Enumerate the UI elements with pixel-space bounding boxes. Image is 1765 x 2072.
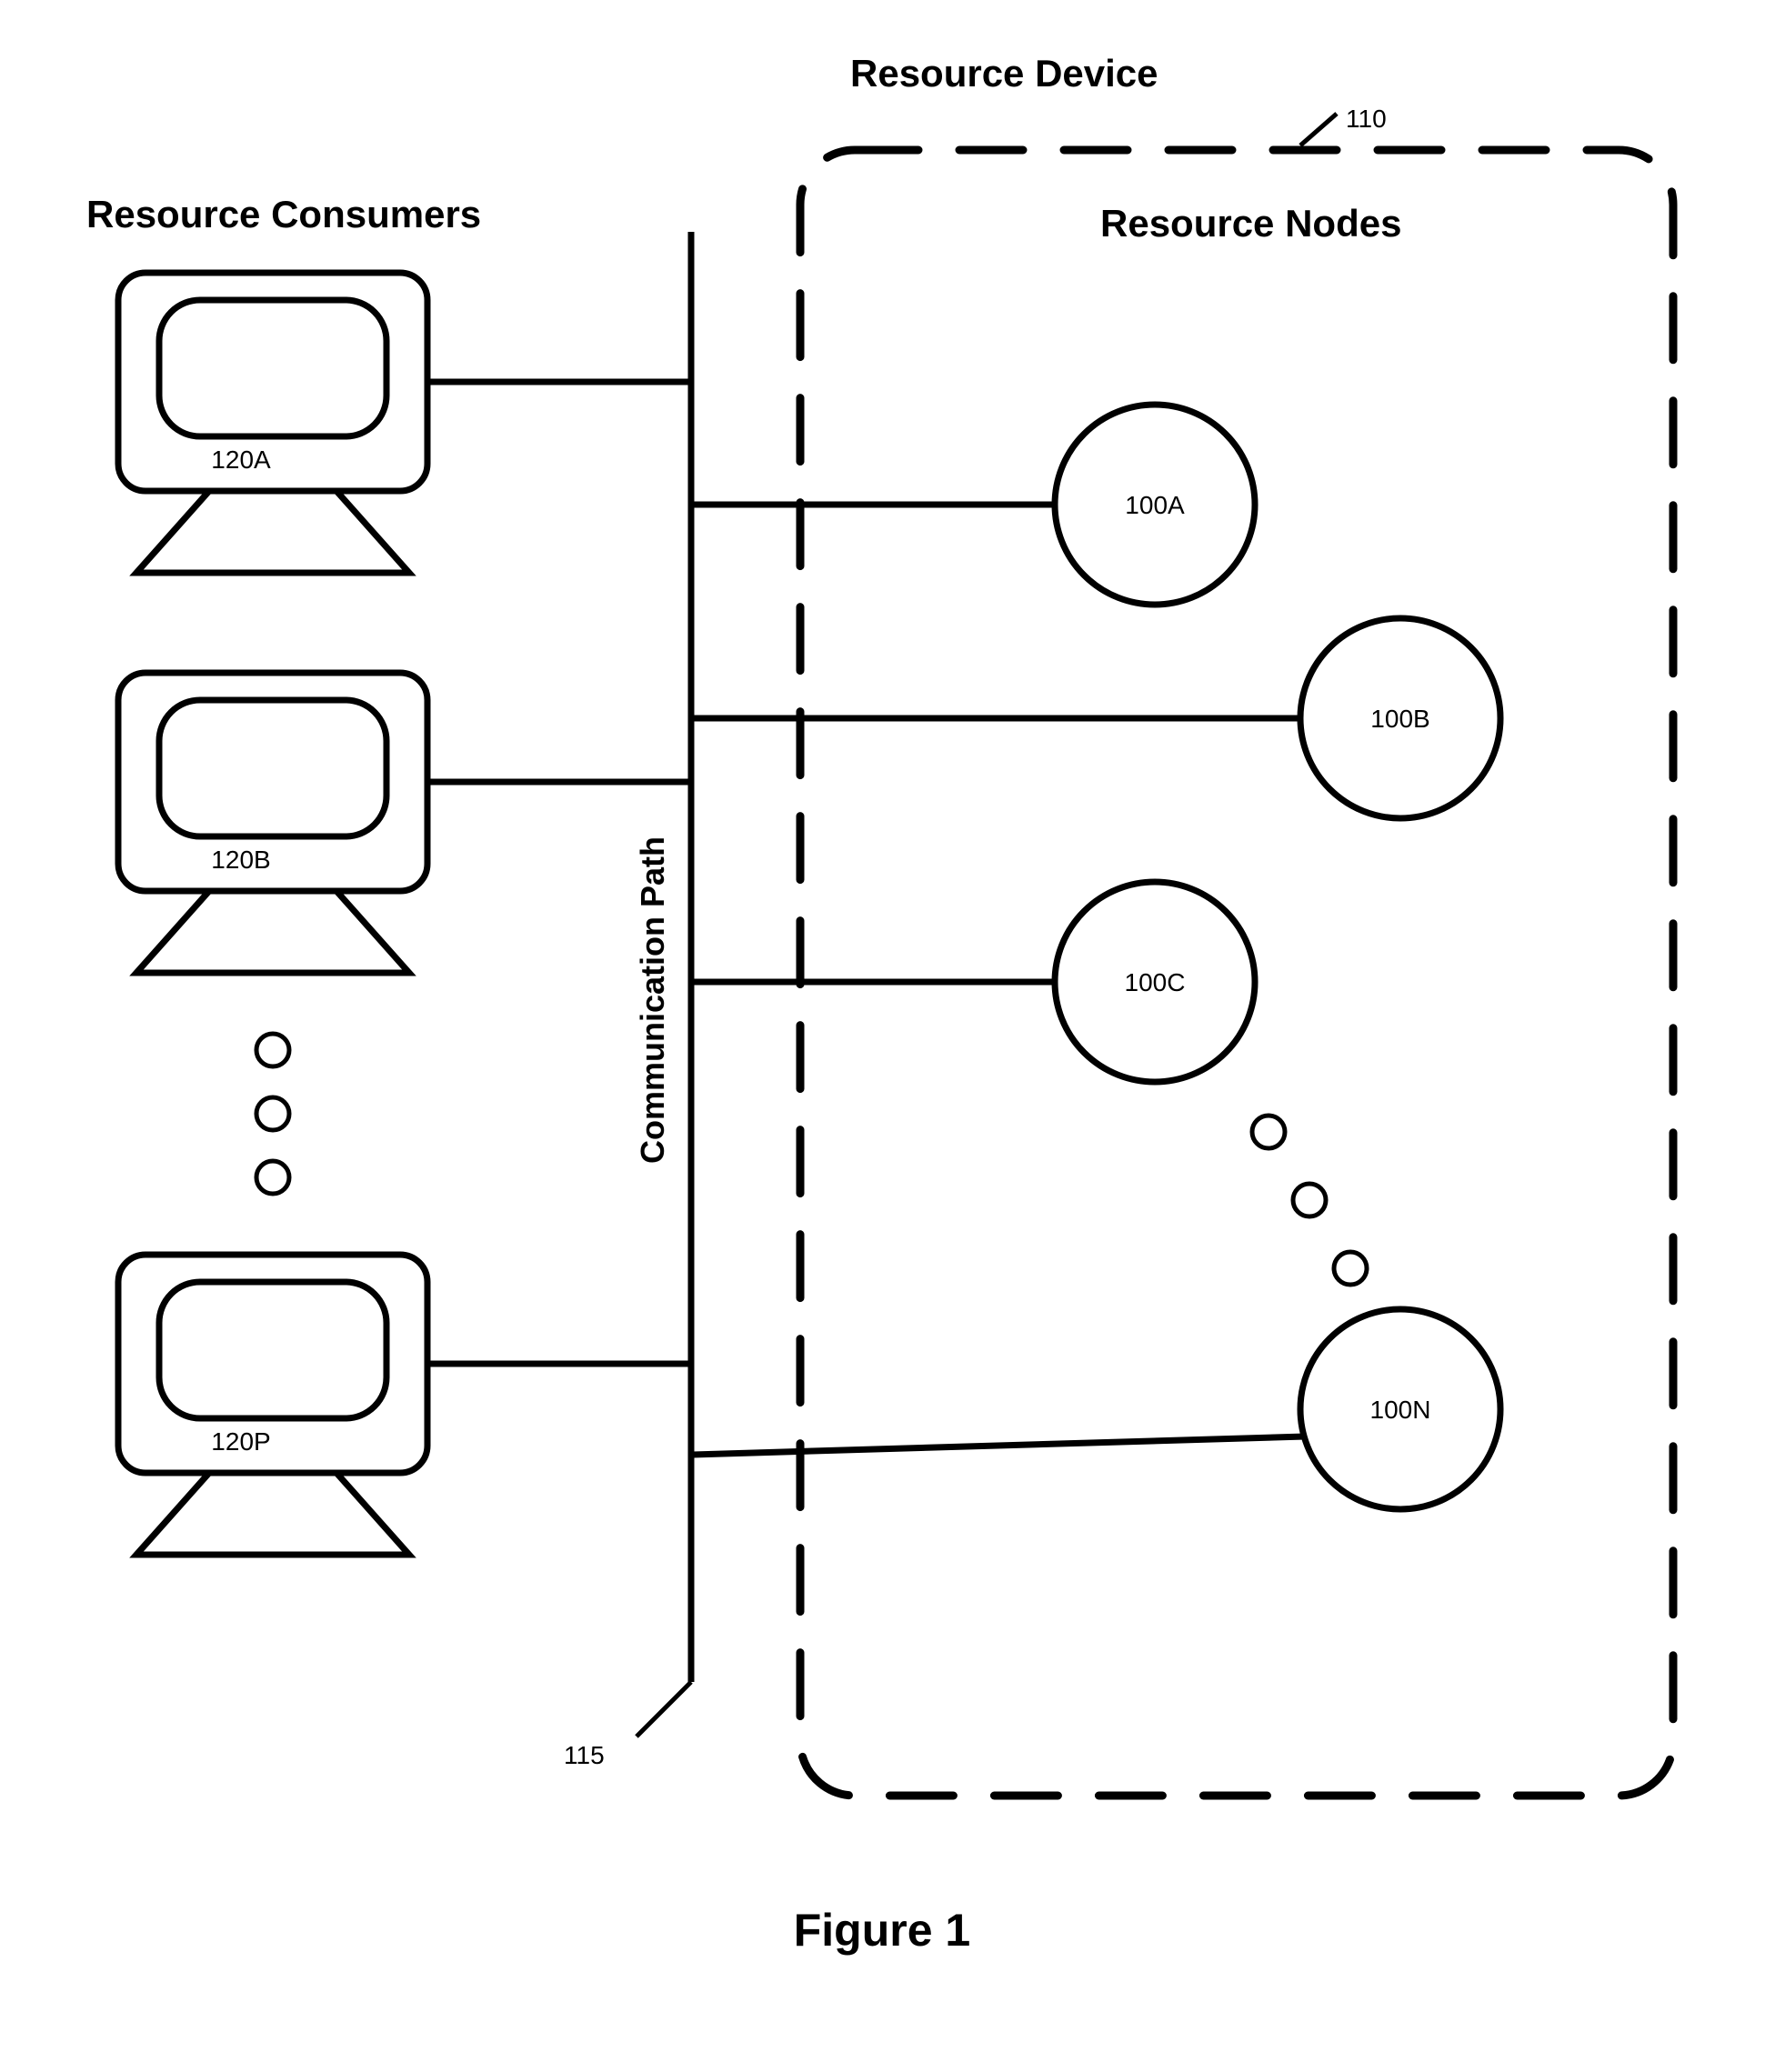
node-100B: 100B bbox=[691, 618, 1500, 818]
communication-path-label: Communication Path bbox=[634, 836, 671, 1164]
consumer-120P: 120P bbox=[118, 1255, 691, 1555]
node-id-100A: 100A bbox=[1125, 491, 1185, 519]
consumer-id-120B: 120B bbox=[211, 846, 270, 874]
node-id-100B: 100B bbox=[1370, 705, 1429, 733]
node-id-100N: 100N bbox=[1370, 1396, 1431, 1424]
consumer-id-120P: 120P bbox=[211, 1427, 270, 1456]
consumer-id-120A: 120A bbox=[211, 445, 271, 474]
consumer-ellipsis bbox=[256, 1034, 289, 1194]
node-100C: 100C bbox=[691, 882, 1255, 1082]
path-ref-leader bbox=[637, 1682, 691, 1737]
node-100A: 100A bbox=[691, 405, 1255, 605]
resource-nodes-label: Resource Nodes bbox=[1100, 202, 1401, 245]
consumer-120B: 120B bbox=[118, 673, 691, 973]
node-100N: 100N bbox=[691, 1309, 1500, 1509]
figure-caption: Figure 1 bbox=[794, 1905, 970, 1956]
path-ref-number: 115 bbox=[564, 1741, 605, 1769]
consumer-120A: 120A bbox=[118, 273, 691, 573]
device-ref-number: 110 bbox=[1346, 105, 1387, 133]
resource-device-box bbox=[800, 150, 1673, 1796]
node-ellipsis bbox=[1252, 1116, 1367, 1285]
resource-device-label: Resource Device bbox=[850, 52, 1158, 95]
node-id-100C: 100C bbox=[1125, 968, 1186, 996]
device-ref-leader bbox=[1300, 114, 1337, 145]
resource-consumers-label: Resource Consumers bbox=[86, 193, 481, 235]
